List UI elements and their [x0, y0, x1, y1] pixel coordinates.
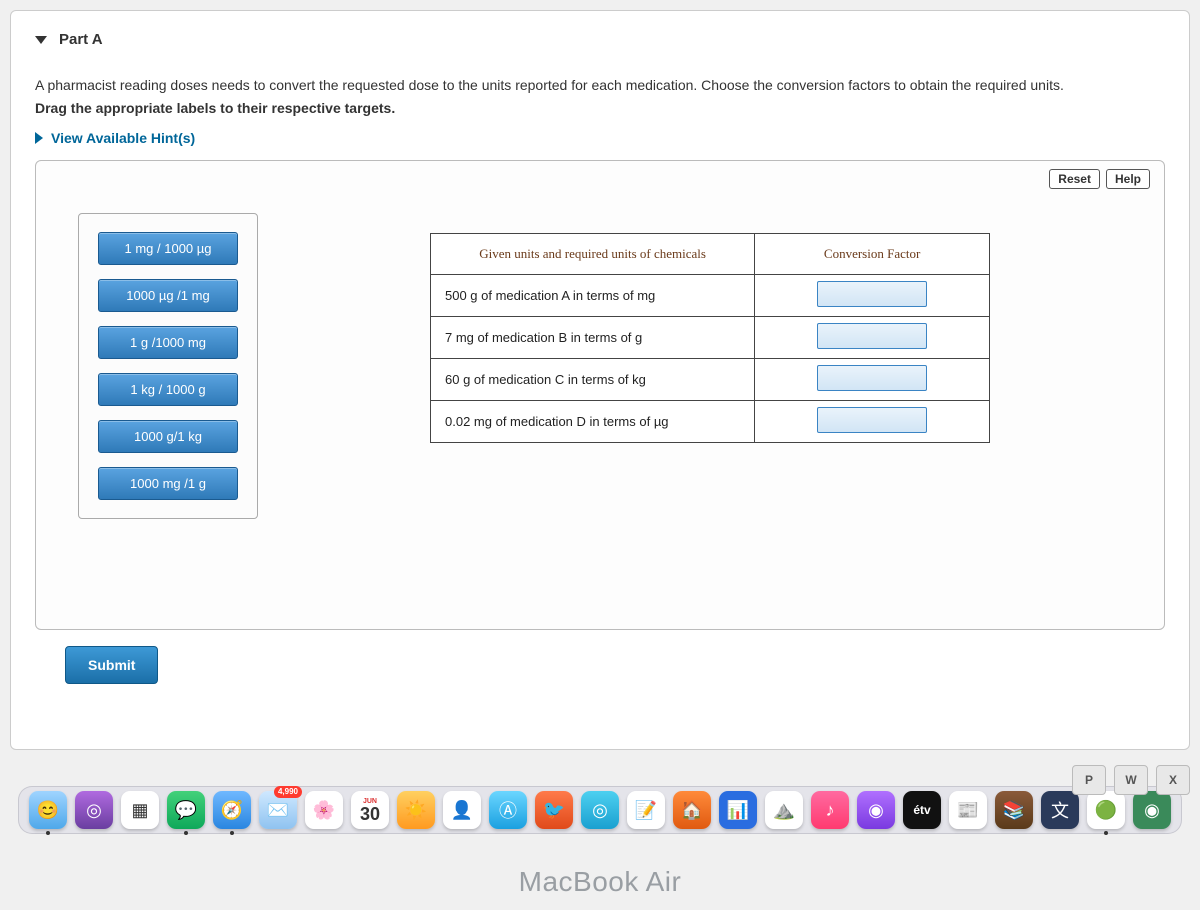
submit-button[interactable]: Submit — [65, 646, 158, 684]
dock: 😊 ◎ ▦ 💬 🧭 ✉️ 4,990 🌸 JUN 30 ☀️ 👤 Ⓐ 🐦 ◎ 📝… — [18, 786, 1182, 834]
drop-target[interactable] — [817, 323, 927, 349]
instruction-text: A pharmacist reading doses needs to conv… — [35, 74, 1165, 96]
messages-icon[interactable]: 💬 — [167, 791, 205, 829]
drop-target[interactable] — [817, 365, 927, 391]
safari-icon[interactable]: 🧭 — [213, 791, 251, 829]
drag-label[interactable]: 1000 µg /1 mg — [98, 279, 238, 312]
launchpad-icon[interactable]: ◎ — [75, 791, 113, 829]
help-button[interactable]: Help — [1106, 169, 1150, 189]
table-header-left: Given units and required units of chemic… — [431, 234, 755, 275]
row-desc: 500 g of medication A in terms of mg — [431, 275, 755, 317]
part-header[interactable]: Part A — [35, 31, 1165, 48]
hints-label: View Available Hint(s) — [51, 130, 195, 146]
chevron-right-icon — [35, 132, 43, 144]
row-desc: 0.02 mg of medication D in terms of µg — [431, 401, 755, 443]
weather-icon[interactable]: ☀️ — [397, 791, 435, 829]
numbers-icon[interactable]: 📊 — [719, 791, 757, 829]
generic-app-icon[interactable]: ◉ — [1133, 791, 1171, 829]
music-icon[interactable]: ♪ — [811, 791, 849, 829]
labels-panel: 1 mg / 1000 µg 1000 µg /1 mg 1 g /1000 m… — [78, 213, 258, 519]
work-area: Reset Help 1 mg / 1000 µg 1000 µg /1 mg … — [35, 160, 1165, 630]
calendar-day: 30 — [360, 805, 380, 823]
dock-strip: 😊 ◎ ▦ 💬 🧭 ✉️ 4,990 🌸 JUN 30 ☀️ 👤 Ⓐ 🐦 ◎ 📝… — [0, 780, 1200, 840]
keyboard-keys-row: P W X — [1072, 765, 1190, 795]
key: P — [1072, 765, 1106, 795]
reset-button[interactable]: Reset — [1049, 169, 1100, 189]
row-desc: 7 mg of medication B in terms of g — [431, 317, 755, 359]
key: W — [1114, 765, 1148, 795]
instruction-bold: Drag the appropriate labels to their res… — [35, 100, 1165, 116]
generic-app-icon[interactable]: ⛰️ — [765, 791, 803, 829]
table-row: 500 g of medication A in terms of mg — [431, 275, 990, 317]
generic-app-icon[interactable]: ◎ — [581, 791, 619, 829]
drop-target[interactable] — [817, 281, 927, 307]
mail-icon[interactable]: ✉️ 4,990 — [259, 791, 297, 829]
table-header-right: Conversion Factor — [755, 234, 990, 275]
mail-badge: 4,990 — [274, 786, 302, 798]
drag-label[interactable]: 1000 mg /1 g — [98, 467, 238, 500]
table-row: 7 mg of medication B in terms of g — [431, 317, 990, 359]
swift-icon[interactable]: 🐦 — [535, 791, 573, 829]
conversion-table: Given units and required units of chemic… — [430, 233, 990, 443]
news-icon[interactable]: 📰 — [949, 791, 987, 829]
drag-label[interactable]: 1 kg / 1000 g — [98, 373, 238, 406]
drag-label[interactable]: 1000 g/1 kg — [98, 420, 238, 453]
chevron-down-icon — [35, 36, 47, 44]
row-desc: 60 g of medication C in terms of kg — [431, 359, 755, 401]
home-icon[interactable]: 🏠 — [673, 791, 711, 829]
books-icon[interactable]: 📚 — [995, 791, 1033, 829]
translate-icon[interactable]: 文 — [1041, 791, 1079, 829]
finder-icon[interactable]: 😊 — [29, 791, 67, 829]
drag-label[interactable]: 1 mg / 1000 µg — [98, 232, 238, 265]
table-row: 60 g of medication C in terms of kg — [431, 359, 990, 401]
key: X — [1156, 765, 1190, 795]
notes-icon[interactable]: 📝 — [627, 791, 665, 829]
calendar-icon[interactable]: JUN 30 — [351, 791, 389, 829]
podcasts-icon[interactable]: ◉ — [857, 791, 895, 829]
device-brand: MacBook Air — [0, 866, 1200, 898]
part-label: Part A — [59, 31, 103, 48]
drop-target[interactable] — [817, 407, 927, 433]
contacts-icon[interactable]: 👤 — [443, 791, 481, 829]
chrome-icon[interactable]: 🟢 — [1087, 791, 1125, 829]
app-store-icon[interactable]: Ⓐ — [489, 791, 527, 829]
view-hints-toggle[interactable]: View Available Hint(s) — [35, 130, 1165, 146]
tv-icon[interactable]: étv — [903, 791, 941, 829]
table-row: 0.02 mg of medication D in terms of µg — [431, 401, 990, 443]
photos-icon[interactable]: 🌸 — [305, 791, 343, 829]
apps-grid-icon[interactable]: ▦ — [121, 791, 159, 829]
question-panel: Part A A pharmacist reading doses needs … — [10, 10, 1190, 750]
drag-label[interactable]: 1 g /1000 mg — [98, 326, 238, 359]
